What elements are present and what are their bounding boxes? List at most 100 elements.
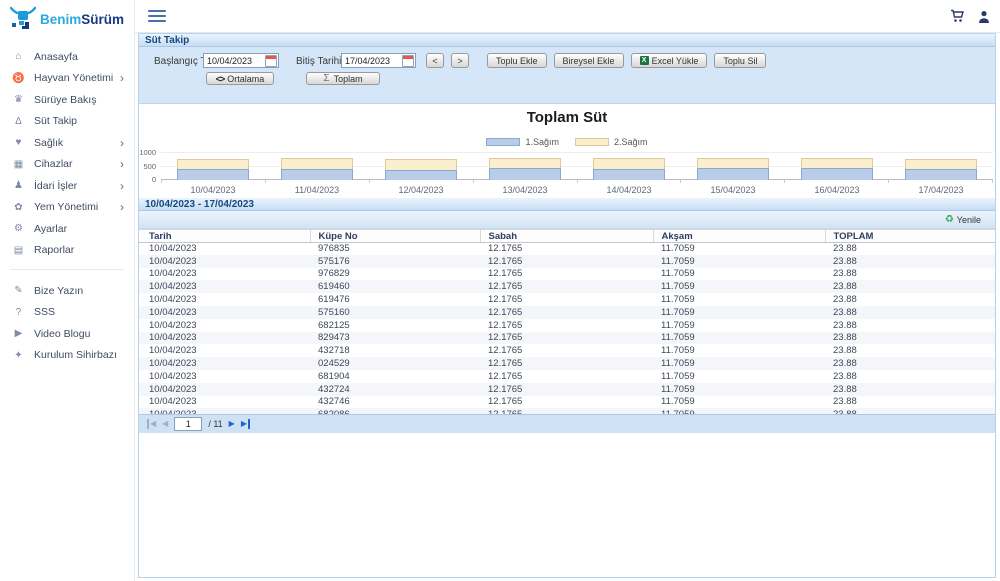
table-row[interactable]: 10/04/202368190412.176511.705923.88 <box>139 370 995 383</box>
table-row[interactable]: 10/04/202357516012.176511.705923.88 <box>139 306 995 319</box>
table-row[interactable]: 10/04/202361947612.176511.705923.88 <box>139 293 995 306</box>
table-row[interactable]: 10/04/202368212512.176511.705923.88 <box>139 319 995 332</box>
table-scroll-area[interactable]: 10/04/202397683512.176511.705923.8810/04… <box>139 242 995 414</box>
app-logo[interactable]: BenimSürüm <box>0 0 134 34</box>
x-tick <box>888 180 993 183</box>
x-axis-label: 12/04/2023 <box>369 185 473 195</box>
refresh-button[interactable]: ♻ Yenile <box>939 213 987 226</box>
admin-tasks-icon: ♟ <box>12 180 25 191</box>
stacked-bar <box>177 159 249 180</box>
sidebar-item-label: Ayarlar <box>34 223 124 235</box>
cart-icon[interactable] <box>950 9 964 23</box>
end-date-input[interactable] <box>342 55 402 66</box>
table-cell: 432724 <box>310 383 480 396</box>
bar-segment <box>593 169 665 180</box>
table-cell: 619460 <box>310 280 480 293</box>
table-cell: 23.88 <box>825 370 995 383</box>
table-row[interactable]: 10/04/202397683512.176511.705923.88 <box>139 242 995 255</box>
prev-range-button[interactable]: < <box>426 53 444 68</box>
calendar-icon[interactable] <box>265 55 277 67</box>
bar-segment <box>905 159 977 169</box>
chevron-right-icon: › <box>120 73 124 83</box>
table-row[interactable]: 10/04/202382947312.176511.705923.88 <box>139 332 995 345</box>
next-range-button[interactable]: > <box>451 53 469 68</box>
sidebar-item-yem-yonetimi[interactable]: ✿Yem Yönetimi› <box>0 197 134 219</box>
sidebar-item-sut-takip[interactable]: ΔSüt Takip <box>0 111 134 133</box>
table-cell: 12.1765 <box>480 242 653 255</box>
sidebar-item-bize-yazin[interactable]: ✎Bize Yazın <box>0 280 134 302</box>
table-cell: 23.88 <box>825 332 995 345</box>
table-row[interactable]: 10/04/202357517612.176511.705923.88 <box>139 255 995 268</box>
sidebar-item-anasayfa[interactable]: ⌂Anasayfa <box>0 46 134 68</box>
table-row[interactable]: 10/04/202343271812.176511.705923.88 <box>139 344 995 357</box>
table-body: 10/04/202397683512.176511.705923.8810/04… <box>139 242 995 414</box>
table-cell: 23.88 <box>825 357 995 370</box>
table-row[interactable]: 10/04/202361946012.176511.705923.88 <box>139 280 995 293</box>
table-cell: 23.88 <box>825 396 995 409</box>
data-table: 10/04/202397683512.176511.705923.8810/04… <box>139 242 995 414</box>
excel-yukle-button[interactable]: XExcel Yükle <box>631 53 708 68</box>
bireysel-ekle-button[interactable]: Bireysel Ekle <box>554 53 624 68</box>
legend-swatch <box>486 138 520 146</box>
column-header[interactable]: Akşam <box>653 230 825 243</box>
last-page-icon[interactable]: ▶ <box>241 419 250 429</box>
table-row[interactable]: 10/04/202343272412.176511.705923.88 <box>139 383 995 396</box>
table-cell: 12.1765 <box>480 396 653 409</box>
column-header[interactable]: Sabah <box>480 230 653 243</box>
table-cell: 12.1765 <box>480 255 653 268</box>
x-tick <box>369 180 473 183</box>
sidebar-item-label: Anasayfa <box>34 51 124 63</box>
sidebar-item-cihazlar[interactable]: ▦Cihazlar› <box>0 154 134 176</box>
table-cell: 12.1765 <box>480 306 653 319</box>
menu-hamburger-icon[interactable] <box>148 10 166 23</box>
table-cell: 23.88 <box>825 319 995 332</box>
average-arrows-icon: <> <box>216 74 225 84</box>
calendar-icon[interactable] <box>402 55 414 67</box>
sidebar-item-raporlar[interactable]: ▤Raporlar <box>0 240 134 262</box>
table-row[interactable]: 10/04/202343274612.176511.705923.88 <box>139 396 995 409</box>
stacked-bar <box>697 158 769 180</box>
y-tick-label: 500 <box>143 163 156 170</box>
toplu-sil-button[interactable]: Toplu Sil <box>714 53 766 68</box>
ortalama-button[interactable]: <> Ortalama <box>206 72 274 85</box>
table-cell: 11.7059 <box>653 268 825 281</box>
start-date-input[interactable] <box>204 55 265 66</box>
user-icon[interactable] <box>978 10 990 23</box>
table-cell: 23.88 <box>825 344 995 357</box>
sidebar-item-video-blogu[interactable]: ▶Video Blogu <box>0 323 134 345</box>
sidebar-item-label: Bize Yazın <box>34 285 124 297</box>
table-cell: 10/04/2023 <box>139 332 310 345</box>
bar-group <box>161 153 265 180</box>
bar-group <box>889 153 993 180</box>
sidebar-item-idari-isler[interactable]: ♟İdari İşler› <box>0 175 134 197</box>
sidebar-item-sss[interactable]: ?SSS <box>0 302 134 324</box>
chevron-right-icon: › <box>120 159 124 169</box>
page-number-input[interactable] <box>174 417 202 431</box>
table-cell: 12.1765 <box>480 332 653 345</box>
column-header[interactable]: Tarih <box>139 230 310 243</box>
sidebar-item-suruye-bakis[interactable]: ♛Sürüye Bakış <box>0 89 134 111</box>
next-page-icon[interactable]: ▶ <box>229 419 235 429</box>
bar-segment <box>905 169 977 180</box>
table-row[interactable]: 10/04/202397682912.176511.705923.88 <box>139 268 995 281</box>
toplu-ekle-button[interactable]: Toplu Ekle <box>487 53 547 68</box>
stacked-bar <box>593 158 665 180</box>
bar-segment <box>281 158 353 169</box>
prev-page-icon[interactable]: ◀ <box>162 419 168 429</box>
devices-icon: ▦ <box>12 159 25 170</box>
sidebar-item-saglik[interactable]: ♥Sağlık› <box>0 132 134 154</box>
toplam-button[interactable]: Σ Toplam <box>306 72 380 85</box>
table-cell: 11.7059 <box>653 293 825 306</box>
sidebar-nav: ⌂Anasayfa♉Hayvan Yönetimi›♛Sürüye BakışΔ… <box>0 34 134 366</box>
table-row[interactable]: 10/04/202302452912.176511.705923.88 <box>139 357 995 370</box>
chart-x-axis: 10/04/202311/04/202312/04/202313/04/2023… <box>161 185 993 195</box>
first-page-icon[interactable]: ◀ <box>147 419 156 429</box>
sidebar-item-kurulum-sihirbazi[interactable]: ✦Kurulum Sihirbazı <box>0 345 134 367</box>
x-tick <box>577 180 681 183</box>
sidebar-item-hayvan-yonetimi[interactable]: ♉Hayvan Yönetimi› <box>0 68 134 90</box>
column-header[interactable]: TOPLAM <box>825 230 995 243</box>
column-header[interactable]: Küpe No <box>310 230 480 243</box>
sidebar-item-ayarlar[interactable]: ⚙Ayarlar <box>0 218 134 240</box>
chart-title: Toplam Süt <box>139 109 995 126</box>
table-cell: 23.88 <box>825 383 995 396</box>
